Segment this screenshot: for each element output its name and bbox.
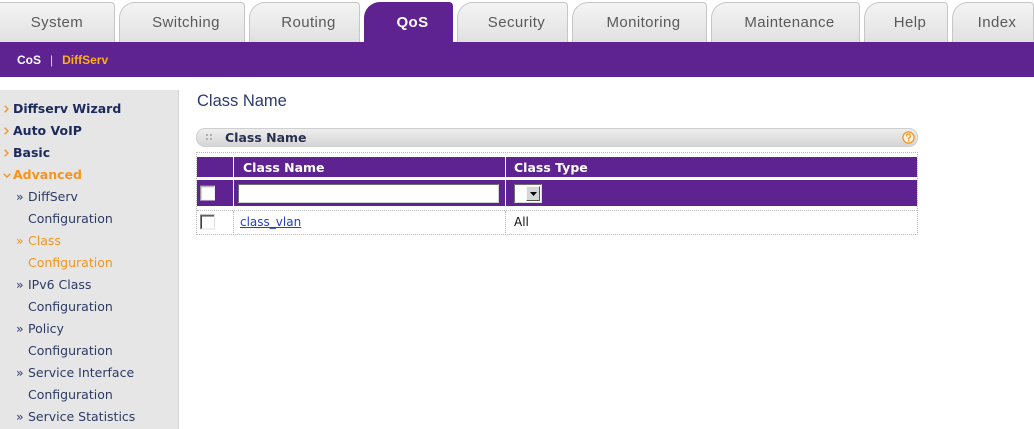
sidebar-item-service-interface-configuration[interactable]: » Service Interface Configuration — [0, 362, 178, 406]
double-chevron-marker: » — [16, 233, 24, 248]
subnav-item-diffserv[interactable]: DiffServ — [62, 53, 108, 67]
chevron-right-icon — [4, 149, 9, 157]
new-row-checkbox[interactable] — [200, 185, 215, 201]
sidebar-item-auto-voip[interactable]: Auto VoIP — [0, 120, 178, 142]
tab-label: Security — [487, 14, 546, 31]
panel-header: Class Name — [196, 128, 918, 147]
chevron-right-icon — [4, 127, 9, 135]
column-header-class-type: Class Type — [505, 157, 917, 177]
sidebar-subitem-label-line2: Configuration — [28, 343, 113, 358]
tab-switching[interactable]: Switching — [119, 2, 245, 42]
table-row: class_vlan All — [197, 210, 917, 233]
double-chevron-marker: » — [16, 365, 24, 380]
sidebar-item-label: Basic — [13, 145, 51, 160]
tab-label: Switching — [152, 14, 220, 31]
top-nav-tabs: System Switching Routing QoS Security Mo… — [0, 0, 1034, 42]
sidebar-subitem-label-line1: DiffServ — [28, 189, 78, 204]
sidebar-subitem-label-line1: Service Statistics — [28, 409, 136, 424]
page-title: Class Name — [197, 92, 287, 110]
sidebar-subitem-label: IPv6 Class Configuration — [28, 274, 113, 318]
tab-label: Monitoring — [606, 14, 681, 31]
sidebar-item-advanced[interactable]: Advanced — [0, 164, 178, 186]
tab-system[interactable]: System — [0, 2, 115, 42]
sidebar-item-ipv6-class-configuration[interactable]: » IPv6 Class Configuration — [0, 274, 178, 318]
tab-label: System — [30, 14, 84, 31]
tab-maintenance[interactable]: Maintenance — [711, 2, 860, 42]
table-cell — [197, 211, 233, 233]
sidebar-item-label: Diffserv Wizard — [13, 101, 122, 116]
tab-label: Maintenance — [744, 14, 835, 31]
triangle-down-icon — [529, 191, 537, 196]
class-name-link[interactable]: class_vlan — [240, 215, 301, 229]
sidebar-item-policy-configuration[interactable]: » Policy Configuration — [0, 318, 178, 362]
sidebar-subitem-label-line2: Configuration — [28, 387, 113, 402]
grip-icon — [206, 134, 212, 140]
sidebar-item-basic[interactable]: Basic — [0, 142, 178, 164]
sidebar-subitem-label: Policy Configuration — [28, 318, 113, 362]
column-header-class-name: Class Name — [233, 157, 505, 177]
subnav-separator: | — [50, 52, 54, 67]
new-class-row — [197, 180, 917, 206]
row-checkbox[interactable] — [200, 214, 215, 230]
tab-label: Index — [977, 14, 1017, 31]
tab-monitoring[interactable]: Monitoring — [572, 2, 707, 42]
class-type-value: All — [514, 215, 529, 229]
sidebar-item-class-configuration[interactable]: » Class Configuration — [0, 230, 178, 274]
sidebar-subitem-label-line1: IPv6 Class — [28, 277, 92, 292]
tab-routing[interactable]: Routing — [249, 2, 360, 42]
double-chevron-marker: » — [16, 409, 24, 424]
sidebar-subitem-label-line2: Configuration — [28, 299, 113, 314]
tab-index[interactable]: Index — [952, 2, 1034, 42]
sidebar-subitem-label-line1: Policy — [28, 321, 64, 336]
sidebar-subitem-label: Service Interface Configuration — [28, 362, 134, 406]
chevron-right-icon — [4, 105, 9, 113]
class-type-select[interactable] — [514, 184, 542, 203]
double-chevron-marker: » — [16, 189, 24, 204]
tab-label: Help — [893, 14, 927, 31]
help-icon[interactable] — [902, 131, 915, 144]
sidebar-item-service-statistics[interactable]: » Service Statistics — [0, 406, 178, 428]
subnav-item-cos[interactable]: CoS — [17, 53, 41, 67]
tab-label: QoS — [396, 14, 429, 31]
table-cell — [505, 180, 917, 206]
sidebar-item-diffserv-wizard[interactable]: Diffserv Wizard — [0, 98, 178, 120]
table-cell: class_vlan — [233, 211, 505, 233]
sidebar-subitem-label-line2: Configuration — [28, 211, 113, 226]
tab-security[interactable]: Security — [457, 2, 568, 42]
sidebar-subitem-label-line1: Class — [28, 233, 61, 248]
chevron-down-icon — [3, 173, 11, 178]
class-table: Class Name Class Type class_vlan All — [196, 152, 918, 235]
table-cell: All — [505, 211, 917, 233]
tab-label: Routing — [281, 14, 336, 31]
panel-title: Class Name — [225, 130, 307, 145]
sidebar-subitem-label: Class Configuration — [28, 230, 113, 274]
sidebar-item-diffserv-configuration[interactable]: » DiffServ Configuration — [0, 186, 178, 230]
double-chevron-marker: » — [16, 321, 24, 336]
sidebar-nav: Diffserv Wizard Auto VoIP Basic Advanced… — [0, 98, 178, 428]
sidebar-subitem-label-line1: Service Interface — [28, 365, 135, 380]
sidebar-item-label: Advanced — [13, 167, 82, 182]
tab-help[interactable]: Help — [864, 2, 948, 42]
table-cell — [197, 180, 233, 206]
table-cell — [233, 180, 505, 206]
sidebar-subitem-label: DiffServ Configuration — [28, 186, 113, 230]
sub-nav-bar: CoS | DiffServ — [0, 42, 1034, 77]
double-chevron-marker: » — [16, 277, 24, 292]
tab-qos[interactable]: QoS — [364, 2, 453, 42]
class-name-input[interactable] — [238, 184, 499, 203]
sidebar-subitem-label-line2: Configuration — [28, 255, 113, 270]
sidebar-subitem-label: Service Statistics — [28, 406, 135, 428]
sidebar-item-label: Auto VoIP — [13, 123, 82, 138]
sidebar: Diffserv Wizard Auto VoIP Basic Advanced… — [0, 90, 179, 429]
header-select-cell — [197, 157, 233, 177]
dropdown-arrow-icon — [526, 186, 540, 201]
table-header-row: Class Name Class Type — [197, 157, 917, 177]
